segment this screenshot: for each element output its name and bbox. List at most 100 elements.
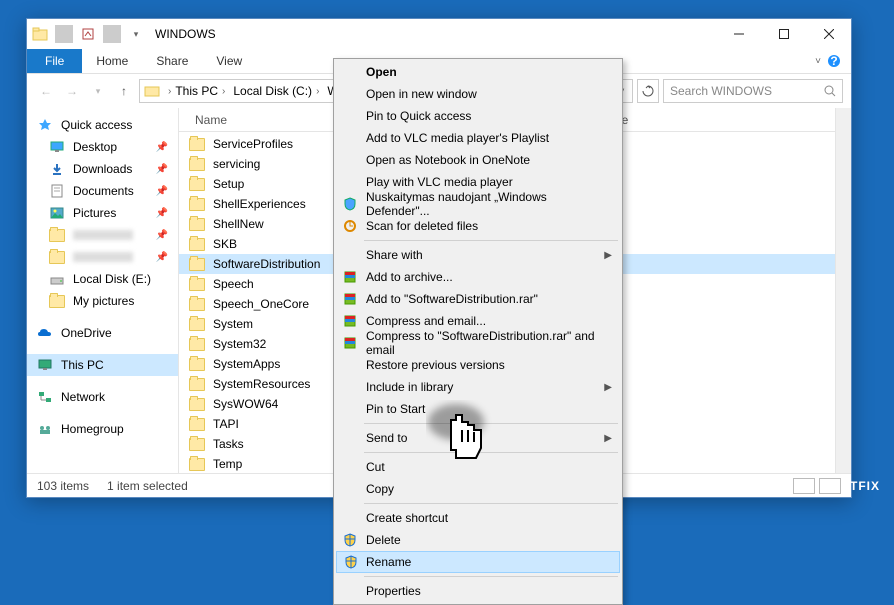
- menu-item-label: Pin to Start: [366, 402, 425, 416]
- separator: [55, 25, 73, 43]
- menu-item[interactable]: Open as Notebook in OneNote: [336, 149, 620, 171]
- menu-item-label: Restore previous versions: [366, 358, 505, 372]
- sidebar-item-drive[interactable]: Local Disk (E:): [27, 268, 178, 290]
- thispc-icon: [37, 357, 53, 373]
- sidebar-item-desktop[interactable]: Desktop📌: [27, 136, 178, 158]
- menu-item[interactable]: Scan for deleted files: [336, 215, 620, 237]
- breadcrumb[interactable]: Local Disk (C:)›: [229, 84, 323, 98]
- file-tab[interactable]: File: [27, 49, 82, 73]
- file-name: Tasks: [213, 437, 244, 451]
- menu-item[interactable]: Add to "SoftwareDistribution.rar": [336, 288, 620, 310]
- folder-icon: [189, 158, 205, 171]
- menu-item[interactable]: Restore previous versions: [336, 354, 620, 376]
- file-name: TAPI: [213, 417, 239, 431]
- menu-item[interactable]: Add to archive...: [336, 266, 620, 288]
- sidebar-network[interactable]: Network: [27, 386, 178, 408]
- close-button[interactable]: [806, 19, 851, 49]
- menu-item[interactable]: Compress to "SoftwareDistribution.rar" a…: [336, 332, 620, 354]
- expand-ribbon-icon[interactable]: ˅: [815, 56, 821, 67]
- qat-properties-icon[interactable]: [79, 25, 97, 43]
- menu-item[interactable]: Pin to Start: [336, 398, 620, 420]
- sidebar-homegroup[interactable]: Homegroup: [27, 418, 178, 440]
- view-details-button[interactable]: [793, 478, 815, 494]
- folder-icon: [189, 438, 205, 451]
- sidebar-quick-access[interactable]: Quick access: [27, 114, 178, 136]
- file-name: servicing: [213, 157, 260, 171]
- folder-icon: [189, 238, 205, 251]
- maximize-button[interactable]: [761, 19, 806, 49]
- menu-item[interactable]: Create shortcut: [336, 507, 620, 529]
- submenu-arrow-icon: ▶: [604, 382, 612, 393]
- menu-item-label: Nuskaitymas naudojant „Windows Defender"…: [366, 190, 612, 218]
- file-name: System: [213, 317, 253, 331]
- sidebar-item-pinned[interactable]: 📌: [27, 246, 178, 268]
- sidebar-thispc[interactable]: This PC: [27, 354, 178, 376]
- folder-icon: [31, 25, 49, 43]
- menu-item-label: Send to: [366, 431, 407, 445]
- menu-item-label: Create shortcut: [366, 511, 448, 525]
- sidebar-item-downloads[interactable]: Downloads📌: [27, 158, 178, 180]
- menu-item[interactable]: Rename: [336, 551, 620, 573]
- menu-item-label: Scan for deleted files: [366, 219, 478, 233]
- rar-icon: [342, 313, 358, 329]
- menu-item[interactable]: Include in library ▶: [336, 376, 620, 398]
- watermark: UGETFIX: [821, 473, 880, 496]
- menu-item-label: Properties: [366, 584, 421, 598]
- onedrive-icon: [37, 325, 53, 341]
- menu-item[interactable]: Copy: [336, 478, 620, 500]
- file-name: SysWOW64: [213, 397, 278, 411]
- sidebar-item-folder[interactable]: My pictures: [27, 290, 178, 312]
- sidebar-item-pictures[interactable]: Pictures📌: [27, 202, 178, 224]
- menu-item[interactable]: Send to▶: [336, 427, 620, 449]
- svg-text:?: ?: [830, 54, 837, 68]
- folder-icon: [189, 298, 205, 311]
- tab-home[interactable]: Home: [82, 49, 142, 73]
- menu-item[interactable]: Nuskaitymas naudojant „Windows Defender"…: [336, 193, 620, 215]
- desktop-icon: [49, 139, 65, 155]
- help-icon[interactable]: ?: [827, 54, 841, 68]
- menu-item-label: Include in library: [366, 380, 453, 394]
- menu-item[interactable]: Delete: [336, 529, 620, 551]
- recent-dropdown[interactable]: ▾: [87, 80, 109, 102]
- up-button[interactable]: ↑: [113, 80, 135, 102]
- menu-item-label: Delete: [366, 533, 401, 547]
- menu-item[interactable]: Cut: [336, 456, 620, 478]
- menu-item[interactable]: Add to VLC media player's Playlist: [336, 127, 620, 149]
- minimize-button[interactable]: [716, 19, 761, 49]
- sidebar-item-documents[interactable]: Documents📌: [27, 180, 178, 202]
- search-input[interactable]: Search WINDOWS: [663, 79, 843, 103]
- refresh-button[interactable]: [637, 79, 659, 103]
- menu-item[interactable]: Share with ▶: [336, 244, 620, 266]
- submenu-arrow-icon: ▶: [604, 250, 612, 261]
- tab-share[interactable]: Share: [142, 49, 202, 73]
- pin-icon: 📌: [156, 252, 168, 263]
- sidebar-onedrive[interactable]: OneDrive: [27, 322, 178, 344]
- menu-item-label: Copy: [366, 482, 394, 496]
- menu-item-label: Play with VLC media player: [366, 175, 513, 189]
- menu-item[interactable]: Open in new window: [336, 83, 620, 105]
- sidebar-item-pinned[interactable]: 📌: [27, 224, 178, 246]
- title-bar: ▾ WINDOWS: [27, 19, 851, 49]
- back-button[interactable]: ←: [35, 80, 57, 102]
- file-name: Speech_OneCore: [213, 297, 309, 311]
- vertical-scrollbar[interactable]: [835, 108, 851, 473]
- tab-view[interactable]: View: [202, 49, 256, 73]
- folder-icon: [189, 258, 205, 271]
- pin-icon: 📌: [156, 186, 168, 197]
- documents-icon: [49, 183, 65, 199]
- menu-item[interactable]: Open: [336, 61, 620, 83]
- menu-item-label: Share with: [366, 248, 423, 262]
- shield-blue-icon: [342, 196, 358, 212]
- menu-item[interactable]: Pin to Quick access: [336, 105, 620, 127]
- breadcrumb[interactable]: ›This PC›: [164, 84, 229, 98]
- navigation-pane: Quick access Desktop📌 Downloads📌 Documen…: [27, 108, 179, 473]
- folder-icon: [189, 318, 205, 331]
- qat-dropdown-icon[interactable]: ▾: [127, 25, 145, 43]
- file-name: Temp: [213, 457, 242, 471]
- file-name: ShellNew: [213, 217, 264, 231]
- rar-icon: [342, 335, 358, 351]
- search-icon: [824, 85, 836, 97]
- menu-item[interactable]: Properties: [336, 580, 620, 602]
- folder-icon: [49, 249, 65, 265]
- forward-button[interactable]: →: [61, 80, 83, 102]
